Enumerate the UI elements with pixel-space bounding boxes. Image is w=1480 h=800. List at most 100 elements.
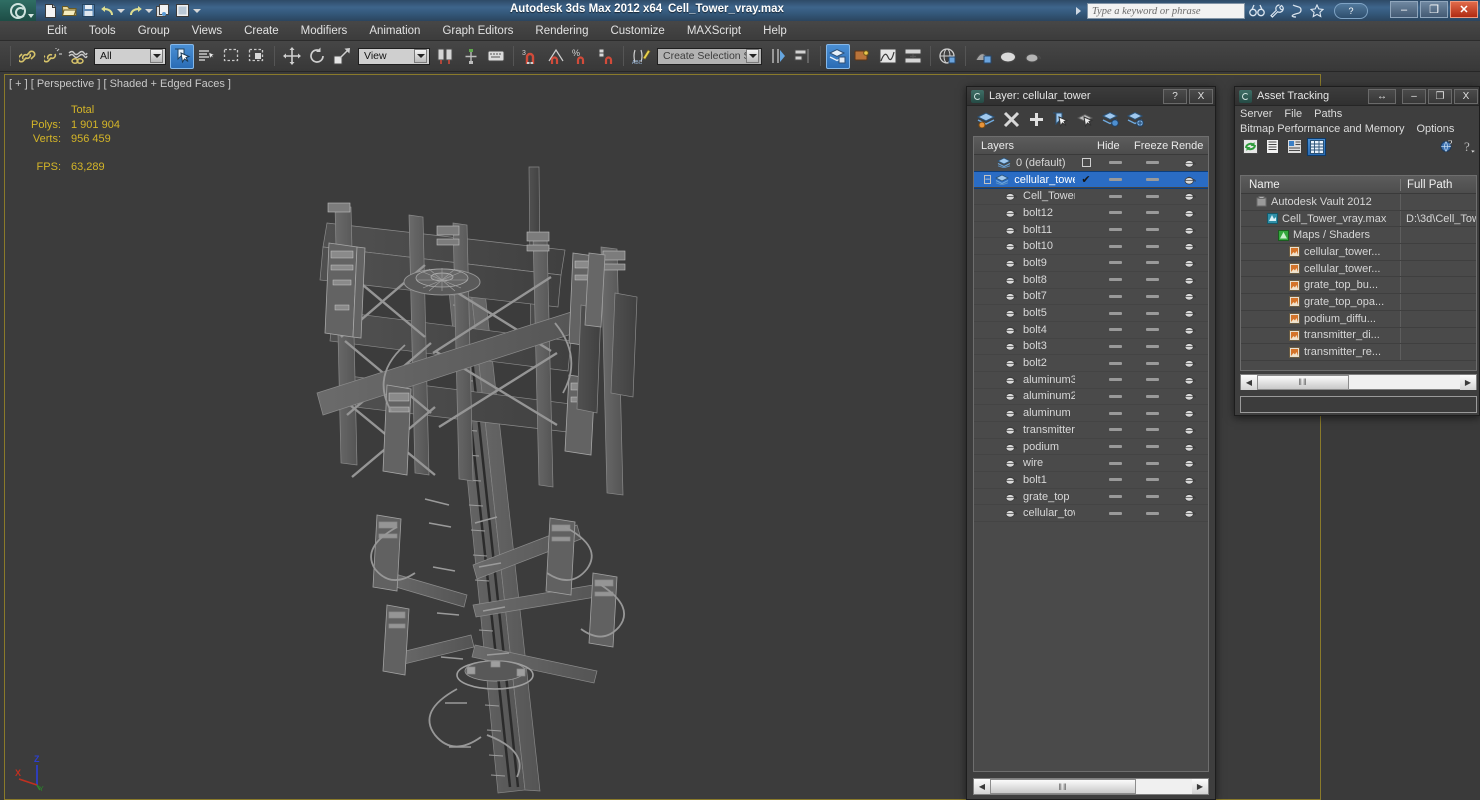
hide-dash-icon[interactable] <box>1109 228 1122 232</box>
hide-dash-icon[interactable] <box>1109 361 1122 365</box>
freeze-cell[interactable] <box>1134 495 1171 499</box>
render-setup-icon[interactable] <box>971 44 995 69</box>
expander-minus-icon[interactable]: − <box>984 175 992 185</box>
freeze-dash-icon[interactable] <box>1146 294 1159 298</box>
hide-cell[interactable] <box>1097 478 1134 482</box>
bind-to-space-warp-icon[interactable] <box>66 44 90 69</box>
layer-row[interactable]: aluminum2 <box>974 389 1208 406</box>
freeze-dash-icon[interactable] <box>1146 361 1159 365</box>
menu-server[interactable]: Server <box>1240 108 1279 120</box>
layer-row[interactable]: bolt11 <box>974 222 1208 239</box>
undo-dropdown-icon[interactable] <box>117 2 125 19</box>
freeze-dash-icon[interactable] <box>1146 311 1159 315</box>
minimize-button[interactable]: – <box>1390 1 1418 18</box>
hide-dash-icon[interactable] <box>1109 511 1122 515</box>
hide-dash-icon[interactable] <box>1109 261 1122 265</box>
chevron-down-icon[interactable] <box>414 49 427 63</box>
hide-cell[interactable] <box>1097 211 1134 215</box>
hide-dash-icon[interactable] <box>1109 211 1122 215</box>
menu-options[interactable]: Options <box>1416 123 1454 135</box>
hide-cell[interactable] <box>1097 394 1134 398</box>
freeze-cell[interactable] <box>1134 311 1171 315</box>
select-and-rotate-icon[interactable] <box>305 44 329 69</box>
open-icon[interactable] <box>60 2 78 19</box>
hide-dash-icon[interactable] <box>1109 344 1122 348</box>
layer-horizontal-scrollbar[interactable]: ◀ ‖‖ ▶ <box>973 778 1209 795</box>
schematic-view-icon[interactable] <box>901 44 925 69</box>
layer-manager-dialog[interactable]: Layer: cellular_tower ? X Layers Hide Fr… <box>966 86 1216 800</box>
freeze-cell[interactable] <box>1134 361 1171 365</box>
freeze-dash-icon[interactable] <box>1146 428 1159 432</box>
freeze-dash-icon[interactable] <box>1146 411 1159 415</box>
help-question-icon[interactable]: ? <box>1460 138 1479 156</box>
reference-coordinate-combo[interactable]: View <box>358 47 430 65</box>
list-view-icon[interactable] <box>1263 138 1282 156</box>
render-cell[interactable] <box>1171 408 1208 418</box>
freeze-dash-icon[interactable] <box>1146 228 1159 232</box>
hide-cell[interactable] <box>1097 161 1134 165</box>
edit-named-selection-sets-icon[interactable]: ABC <box>629 44 653 69</box>
hide-dash-icon[interactable] <box>1109 445 1122 449</box>
freeze-dash-icon[interactable] <box>1146 194 1159 198</box>
layer-row[interactable]: grate_top <box>974 489 1208 506</box>
select-by-name-icon[interactable] <box>195 44 219 69</box>
align-icon[interactable] <box>791 44 815 69</box>
layer-row[interactable]: aluminum3 <box>974 372 1208 389</box>
freeze-cell[interactable] <box>1134 411 1171 415</box>
render-cell[interactable] <box>1171 175 1208 185</box>
highlight-selected-objects-icon[interactable] <box>1075 109 1097 131</box>
freeze-dash-icon[interactable] <box>1146 278 1159 282</box>
menu-bitmap-performance-and-memory[interactable]: Bitmap Performance and Memory <box>1240 123 1411 135</box>
asset-row[interactable]: grate_top_opa... <box>1241 294 1476 311</box>
render-cell[interactable] <box>1171 492 1208 502</box>
render-cell[interactable] <box>1171 475 1208 485</box>
favorites-star-icon[interactable] <box>1308 2 1325 19</box>
hide-cell[interactable] <box>1097 511 1134 515</box>
hide-cell[interactable] <box>1097 361 1134 365</box>
redo-dropdown-icon[interactable] <box>145 2 153 19</box>
hide-dash-icon[interactable] <box>1109 311 1122 315</box>
freeze-dash-icon[interactable] <box>1146 211 1159 215</box>
snaps-toggle-icon[interactable]: 3 <box>519 44 543 69</box>
hide-cell[interactable] <box>1097 344 1134 348</box>
scroll-thumb[interactable]: ‖‖ <box>990 779 1136 794</box>
checkmark-icon[interactable]: ✔ <box>1081 174 1090 185</box>
freeze-cell[interactable] <box>1134 394 1171 398</box>
asset-tracking-table[interactable]: Name Full Path Autodesk Vault 2012 Cell_T… <box>1240 175 1477 371</box>
freeze-dash-icon[interactable] <box>1146 461 1159 465</box>
asset-row[interactable]: transmitter_di... <box>1241 327 1476 345</box>
freeze-cell[interactable] <box>1134 161 1171 165</box>
asset-horizontal-scrollbar[interactable]: ◀ ‖‖ ▶ <box>1240 374 1477 390</box>
hide-dash-icon[interactable] <box>1109 328 1122 332</box>
freeze-cell[interactable] <box>1134 194 1171 198</box>
asset-row[interactable]: cellular_tower... <box>1241 260 1476 278</box>
layer-row[interactable]: cellular_tower <box>974 505 1208 523</box>
freeze-cell[interactable] <box>1134 478 1171 482</box>
render-cell[interactable] <box>1171 325 1208 335</box>
layer-row[interactable]: bolt5 <box>974 305 1208 322</box>
hide-dash-icon[interactable] <box>1109 294 1122 298</box>
help-button[interactable]: ? <box>1334 2 1368 19</box>
asset-row[interactable]: transmitter_re... <box>1241 344 1476 361</box>
layer-row[interactable]: bolt4 <box>974 322 1208 339</box>
hide-cell[interactable] <box>1097 328 1134 332</box>
hide-cell[interactable] <box>1097 378 1134 382</box>
freeze-cell[interactable] <box>1134 211 1171 215</box>
hide-dash-icon[interactable] <box>1109 495 1122 499</box>
percent-snap-toggle-icon[interactable]: % <box>569 44 593 69</box>
selection-filter-combo[interactable]: All <box>94 47 166 65</box>
hide-cell[interactable] <box>1097 194 1134 198</box>
render-cell[interactable] <box>1171 241 1208 251</box>
select-and-link-icon[interactable] <box>16 44 40 69</box>
select-objects-in-layer-icon[interactable] <box>1050 109 1072 131</box>
chevron-down-icon[interactable] <box>150 49 163 63</box>
asset-row[interactable]: Autodesk Vault 2012 <box>1241 194 1476 211</box>
freeze-dash-icon[interactable] <box>1146 244 1159 248</box>
checkbox-empty-icon[interactable] <box>1081 158 1091 168</box>
asset-row[interactable]: Maps / Shaders <box>1241 227 1476 245</box>
layer-row[interactable]: 0 (default) <box>974 155 1208 172</box>
menu-paths[interactable]: Paths <box>1314 108 1349 120</box>
detail-view-icon[interactable] <box>1285 138 1304 156</box>
menu-edit[interactable]: Edit <box>36 21 78 41</box>
render-cell[interactable] <box>1171 341 1208 351</box>
